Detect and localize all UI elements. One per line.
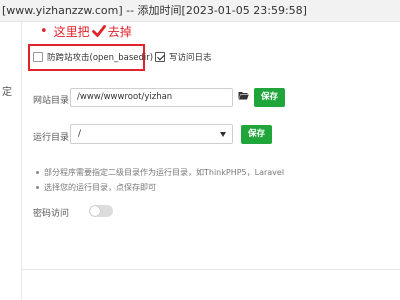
access-log-option[interactable]: 写访问日志 xyxy=(155,50,212,64)
open-basedir-option[interactable]: 防跨站攻击(open_basedir) xyxy=(33,50,153,64)
password-access-toggle[interactable] xyxy=(89,205,113,217)
help-note: 选择您的运行目录，点保存即可 xyxy=(36,180,284,195)
annotation: • 这里把 去掉 xyxy=(40,22,132,40)
run-dir-selected-value: / xyxy=(78,129,82,139)
divider xyxy=(22,269,400,270)
window-title: [www.yizhanzzw.com] -- 添加时间[2023-01-05 2… xyxy=(0,0,400,22)
site-dir-input[interactable]: /www/wwwroot/yizhan xyxy=(70,88,233,107)
folder-open-icon[interactable] xyxy=(238,91,249,100)
open-basedir-checkbox[interactable] xyxy=(33,52,43,62)
password-access-label: 密码访问 xyxy=(33,209,70,219)
open-basedir-label: 防跨站攻击(open_basedir) xyxy=(47,53,154,63)
run-dir-save-button[interactable]: 保存 xyxy=(241,125,272,144)
access-log-checkbox[interactable] xyxy=(155,52,165,62)
left-nav: 定 xyxy=(0,22,22,300)
check-mark-icon xyxy=(91,25,106,37)
help-notes: 部分程序需要指定二级目录作为运行目录，如ThinkPHP5，Laravel 选择… xyxy=(36,165,284,195)
annotation-dot: • xyxy=(40,23,48,39)
site-dir-label: 网站目录 xyxy=(33,96,70,106)
site-dir-save-button[interactable]: 保存 xyxy=(254,88,285,107)
run-dir-select[interactable]: / xyxy=(70,124,233,144)
annotation-text-after: 去掉 xyxy=(107,24,132,39)
site-settings-panel: [www.yizhanzzw.com] -- 添加时间[2023-01-05 2… xyxy=(0,0,400,300)
run-dir-label: 运行目录 xyxy=(33,133,70,143)
toggle-knob xyxy=(90,206,100,216)
nav-item-partial-label[interactable]: 定 xyxy=(2,83,12,98)
chevron-down-icon xyxy=(220,132,226,137)
access-log-label: 写访问日志 xyxy=(169,53,212,63)
annotation-text-before: 这里把 xyxy=(53,24,90,39)
help-note: 部分程序需要指定二级目录作为运行目录，如ThinkPHP5，Laravel xyxy=(36,165,284,180)
